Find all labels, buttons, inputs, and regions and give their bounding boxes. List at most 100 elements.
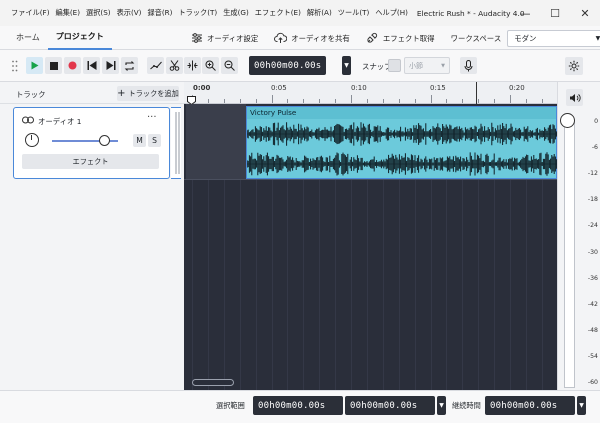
split-icon — [187, 60, 198, 71]
zoom-out-button[interactable] — [221, 57, 238, 74]
stop-button[interactable] — [45, 57, 62, 74]
ruler-tick — [478, 99, 480, 103]
ruler-tick — [366, 99, 368, 103]
menu-analyze[interactable]: 解析(A) — [304, 8, 335, 18]
share-audio-label: オーディオを共有 — [291, 33, 350, 43]
scissors-icon — [169, 60, 180, 71]
track-name[interactable]: オーディオ 1 — [38, 116, 82, 127]
add-track-button[interactable]: + トラックを追加 — [117, 86, 179, 101]
clip-header[interactable]: Victory Pulse — [247, 107, 556, 119]
track-menu-icon[interactable]: ··· — [147, 112, 157, 123]
horizontal-scrollbar[interactable] — [192, 379, 234, 386]
ruler-label: 0:15 — [430, 84, 446, 92]
duration-format-dropdown[interactable]: ▼ — [577, 396, 586, 415]
caret-down-icon: ▼ — [579, 402, 584, 409]
record-button[interactable] — [64, 57, 81, 74]
audio-settings-button[interactable]: オーディオ設定 — [190, 32, 258, 45]
track-drag-handle[interactable] — [175, 112, 177, 174]
grid-line — [223, 179, 225, 390]
project-actions: オーディオ設定 オーディオを共有 エフェクト取得 ワークスペース モダン ▼ ↺ — [190, 26, 600, 50]
grid-line — [541, 179, 543, 390]
toolbar-grip-icon[interactable] — [12, 60, 18, 72]
skip-end-icon — [106, 61, 115, 70]
microphone-button[interactable] — [460, 57, 477, 74]
split-button[interactable] — [184, 57, 201, 74]
selection-end-time[interactable]: 00h00m00.00s — [345, 396, 435, 415]
toolbar: 00h00m00.00s ▼ スナップ 小節 ▼ — [0, 50, 600, 82]
time-format-dropdown[interactable]: ▼ — [342, 56, 351, 75]
settings-button[interactable] — [565, 57, 583, 75]
maximize-button[interactable]: ☐ — [540, 0, 570, 26]
audio-clip[interactable]: Victory Pulse — [246, 106, 557, 179]
caret-down-icon: ▼ — [344, 62, 349, 69]
gain-slider-thumb[interactable] — [99, 135, 111, 146]
get-effects-button[interactable]: エフェクト取得 — [366, 32, 435, 45]
minimize-button[interactable]: — — [510, 0, 540, 26]
cloud-upload-icon — [274, 32, 288, 45]
ruler-label: 0:00 — [193, 84, 211, 92]
menu-edit[interactable]: 編集(E) — [53, 8, 84, 18]
gear-icon — [568, 60, 580, 72]
play-button[interactable] — [26, 57, 43, 74]
meter-scale-label: 0 — [594, 118, 598, 125]
share-audio-button[interactable]: オーディオを共有 — [274, 32, 350, 45]
ruler-tick — [255, 99, 257, 103]
track-empty-region[interactable] — [186, 104, 246, 179]
zoom-in-button[interactable] — [202, 57, 219, 74]
skip-to-start-button[interactable] — [83, 57, 100, 74]
workspace-select[interactable]: モダン ▼ — [507, 29, 600, 47]
ruler-tick — [303, 99, 305, 103]
playback-meter[interactable] — [564, 122, 575, 388]
close-button[interactable]: ✕ — [570, 0, 600, 26]
menu-record[interactable]: 録音(R) — [144, 8, 175, 18]
menu-select[interactable]: 選択(S) — [83, 8, 114, 18]
grid-line — [414, 179, 416, 390]
menu-help[interactable]: ヘルプ(H) — [372, 8, 411, 18]
menu-file[interactable]: ファイル(F) — [8, 8, 53, 18]
loop-button[interactable] — [121, 57, 138, 74]
tab-home[interactable]: ホーム — [8, 26, 48, 50]
meter-toggle-button[interactable] — [566, 89, 583, 106]
solo-button[interactable]: S — [148, 134, 161, 147]
caret-down-icon: ▼ — [439, 402, 444, 409]
grid-line — [319, 179, 321, 390]
menu-generate[interactable]: 生成(G) — [220, 8, 252, 18]
menu-view[interactable]: 表示(V) — [114, 8, 145, 18]
menu-effect[interactable]: エフェクト(E) — [252, 8, 304, 18]
skip-to-end-button[interactable] — [102, 57, 119, 74]
workspace-label: ワークスペース — [450, 33, 502, 43]
grid-line — [366, 179, 368, 390]
grid-line — [382, 179, 384, 390]
timeline-area[interactable]: 0:00 0:05 0:10 0:15 0:20 Victory Pulse — [184, 82, 557, 390]
duration-time[interactable]: 00h00m00.00s — [485, 396, 575, 415]
track-effects-button[interactable]: エフェクト — [22, 154, 159, 169]
selection-start-time[interactable]: 00h00m00.00s — [253, 396, 343, 415]
selection-format-dropdown[interactable]: ▼ — [437, 396, 446, 415]
edit-cursor-line — [476, 82, 477, 104]
envelope-tool-button[interactable] — [147, 57, 164, 74]
ruler-tick — [398, 99, 400, 103]
skip-start-icon — [87, 61, 96, 70]
ruler-tick — [351, 95, 352, 103]
snap-checkbox[interactable] — [388, 59, 401, 72]
snap-unit-select[interactable]: 小節 ▼ — [404, 57, 450, 74]
window-controls: — ☐ ✕ — [510, 0, 600, 26]
mute-button[interactable]: M — [133, 134, 146, 147]
menu-tools[interactable]: ツール(T) — [335, 8, 373, 18]
time-ruler[interactable]: 0:00 0:05 0:10 0:15 0:20 — [184, 82, 557, 105]
duration-label: 継続時間 — [452, 401, 481, 410]
clip-waveform[interactable] — [247, 119, 557, 179]
meter-scale-label: -36 — [587, 274, 598, 282]
tab-project[interactable]: プロジェクト — [47, 26, 112, 50]
meter-scale-label: -54 — [587, 352, 598, 360]
cut-button[interactable] — [166, 57, 183, 74]
ruler-tick — [462, 99, 464, 103]
pan-knob[interactable] — [25, 133, 39, 147]
menu-tracks[interactable]: トラック(T) — [175, 8, 220, 18]
meter-panel: 0 -6 -12 -18 -24 -30 -36 -42 -48 -54 -60 — [557, 82, 600, 390]
playback-volume-thumb[interactable] — [560, 113, 575, 128]
track-header-audio-1[interactable]: オーディオ 1 ··· M S エフェクト — [13, 107, 170, 179]
selection-label: 選択範囲 — [216, 401, 245, 410]
transport-time-display[interactable]: 00h00m00.00s — [249, 56, 327, 75]
stop-icon — [49, 61, 58, 70]
